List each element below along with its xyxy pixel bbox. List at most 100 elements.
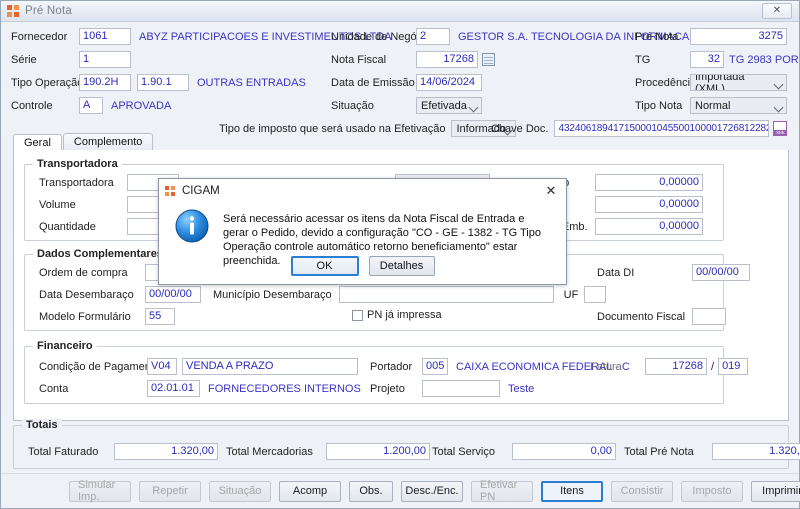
info-icon	[175, 209, 209, 243]
tab-geral[interactable]: Geral	[13, 134, 62, 151]
field-pre-nota: Pré Nota 3275	[635, 28, 787, 45]
input-conta-code[interactable]: 02.01.01	[147, 380, 200, 397]
button-repetir[interactable]: Repetir	[139, 480, 201, 502]
label-projeto: Projeto	[370, 382, 405, 395]
label-tg: TG	[635, 53, 651, 66]
label-transportadora: Transportadora	[39, 176, 114, 189]
lookup-icon[interactable]	[482, 53, 495, 66]
field-serie: Série 1	[11, 51, 131, 68]
button-imprimir[interactable]: Imprimir	[751, 480, 800, 502]
dialog-close-icon[interactable]: ✕	[538, 181, 564, 201]
group-financeiro: Financeiro Condição de Pagamento V04 VEN…	[24, 340, 749, 404]
app-logo-icon	[165, 185, 176, 197]
window-titlebar: Pré Nota ✕	[1, 1, 799, 22]
button-consistir[interactable]: Consistir	[611, 480, 673, 502]
field-data-desembaraco: Data Desembaraço 00/00/00 Município Dese…	[39, 286, 607, 303]
label-pn-ja-impressa: PN já impressa	[367, 309, 442, 321]
label-municipio-desembaraco: Município Desembaraço	[213, 288, 332, 301]
header-form: Fornecedor 1061 ABYZ PARTICIPACOES E INV…	[1, 22, 800, 137]
label-data-desembaraco: Data Desembaraço	[39, 288, 134, 301]
label-documento-fiscal: Documento Fiscal	[597, 310, 686, 323]
input-tg-code[interactable]: 32	[690, 51, 724, 68]
button-imposto[interactable]: Imposto	[681, 480, 743, 502]
select-procedencia[interactable]: Importada (XML)	[690, 74, 787, 91]
input-condicao-pagamento-code[interactable]: V04	[147, 358, 177, 375]
button-acomp[interactable]: Acomp	[279, 480, 341, 502]
checkbox-icon[interactable]	[352, 309, 363, 321]
text-tg-desc: TG 2983 POR EMP	[729, 53, 800, 66]
tab-complemento[interactable]: Complemento	[62, 133, 154, 150]
dialog-ok-button[interactable]: OK	[290, 256, 359, 276]
field-condicao-pagamento: Condição de Pagamento V04 VENDA A PRAZO	[39, 358, 358, 375]
label-total-servico: Total Serviço	[432, 445, 495, 458]
input-pre-nota[interactable]: 3275	[690, 28, 787, 45]
label-uf: UF	[563, 288, 579, 301]
button-simular-imp[interactable]: Simular Imp.	[69, 479, 131, 503]
label-nota-fiscal: Nota Fiscal	[331, 53, 387, 66]
input-nota-fiscal[interactable]: 17268	[416, 51, 478, 68]
input-peso-bruto[interactable]: 0,00000	[595, 196, 703, 213]
input-serie[interactable]: 1	[79, 51, 131, 68]
app-logo-icon	[7, 4, 20, 18]
input-municipio-desembaraco[interactable]	[338, 286, 554, 303]
label-serie: Série	[11, 53, 37, 66]
label-tipo-imposto: Tipo de imposto que será usado na Efetiv…	[219, 122, 446, 135]
input-fatura-numero[interactable]: 17268	[645, 358, 707, 375]
input-condicao-pagamento-desc[interactable]: VENDA A PRAZO	[182, 358, 358, 375]
text-controle-desc: APROVADA	[111, 99, 172, 112]
checkbox-pn-ja-impressa[interactable]: PN já impressa	[352, 309, 442, 321]
input-documento-fiscal[interactable]	[692, 308, 726, 325]
field-tipo-nota: Tipo Nota Normal	[635, 97, 787, 114]
field-data-emissao: Data de Emissão 14/06/2024	[331, 74, 482, 91]
input-peso-extra-emb[interactable]: 0,00000	[595, 218, 703, 235]
button-desc-enc[interactable]: Desc./Enc.	[401, 480, 463, 502]
label-quantidade: Quantidade	[39, 220, 96, 233]
input-tipo-operacao-code[interactable]: 190.2H	[79, 74, 131, 91]
input-fornecedor-code[interactable]: 1061	[79, 28, 131, 45]
field-documento-fiscal: Documento Fiscal	[597, 308, 726, 325]
dialog-buttons: OK Detalhes	[159, 256, 566, 276]
field-nota-fiscal: Nota Fiscal 17268	[331, 51, 495, 68]
field-modelo-formulario: Modelo Formulário 55	[39, 308, 175, 325]
input-unidade-negocio-code[interactable]: 2	[416, 28, 450, 45]
input-data-di[interactable]: 00/00/00	[692, 264, 750, 281]
field-total-faturado: Total Faturado 1.320,00	[28, 443, 218, 460]
field-data-di: Data DI 00/00/00	[597, 264, 750, 281]
input-uf[interactable]	[584, 286, 607, 303]
button-efetivar-pn[interactable]: Efetivar PN	[471, 479, 533, 503]
label-modelo-formulario: Modelo Formulário	[39, 310, 131, 323]
input-fatura-parcela[interactable]: 019	[718, 358, 749, 375]
field-situacao: Situação Efetivada	[331, 97, 482, 114]
dialog-details-button[interactable]: Detalhes	[368, 256, 435, 276]
select-situacao[interactable]: Efetivada	[416, 97, 482, 114]
group-totais: Totais Total Faturado 1.320,00 Total Mer…	[13, 419, 800, 469]
input-total-mercadorias: 1.200,00	[326, 443, 430, 460]
input-portador-code[interactable]: 005	[422, 358, 448, 375]
input-modelo-formulario[interactable]: 55	[145, 308, 175, 325]
label-volume: Volume	[39, 198, 76, 211]
input-controle[interactable]: A	[79, 97, 103, 114]
label-fatura: Fatura	[590, 360, 622, 373]
input-peso-liquido[interactable]: 0,00000	[595, 174, 703, 191]
input-data-emissao[interactable]: 14/06/2024	[416, 74, 482, 91]
input-tipo-operacao-cfop[interactable]: 1.90.1	[137, 74, 189, 91]
button-situacao[interactable]: Situação	[209, 480, 271, 502]
text-conta-desc: FORNECEDORES INTERNOS	[208, 382, 361, 395]
button-obs[interactable]: Obs.	[349, 480, 393, 502]
input-data-desembaraco[interactable]: 00/00/00	[145, 286, 201, 303]
input-projeto-code[interactable]	[422, 380, 500, 397]
group-title-dados-complementares: Dados Complementares	[33, 248, 167, 260]
field-projeto: Projeto Teste	[370, 380, 534, 397]
field-conta: Conta 02.01.01 FORNECEDORES INTERNOS	[39, 380, 361, 397]
select-tipo-nota[interactable]: Normal	[690, 97, 787, 114]
text-projeto-desc: Teste	[508, 382, 535, 395]
cigam-info-dialog: CIGAM ✕ Será necessário acessar os itens…	[158, 178, 567, 285]
action-button-bar: Simular Imp. Repetir Situação Acomp Obs.…	[1, 473, 800, 508]
text-tipo-operacao-desc: OUTRAS ENTRADAS	[197, 76, 306, 89]
label-data-di: Data DI	[597, 266, 635, 279]
field-total-servico: Total Serviço 0,00	[432, 443, 616, 460]
close-icon[interactable]: ✕	[762, 3, 792, 19]
button-itens[interactable]: Itens	[541, 480, 603, 502]
label-portador: Portador	[370, 360, 413, 373]
field-tipo-operacao: Tipo Operação 190.2H 1.90.1 OUTRAS ENTRA…	[11, 74, 306, 91]
